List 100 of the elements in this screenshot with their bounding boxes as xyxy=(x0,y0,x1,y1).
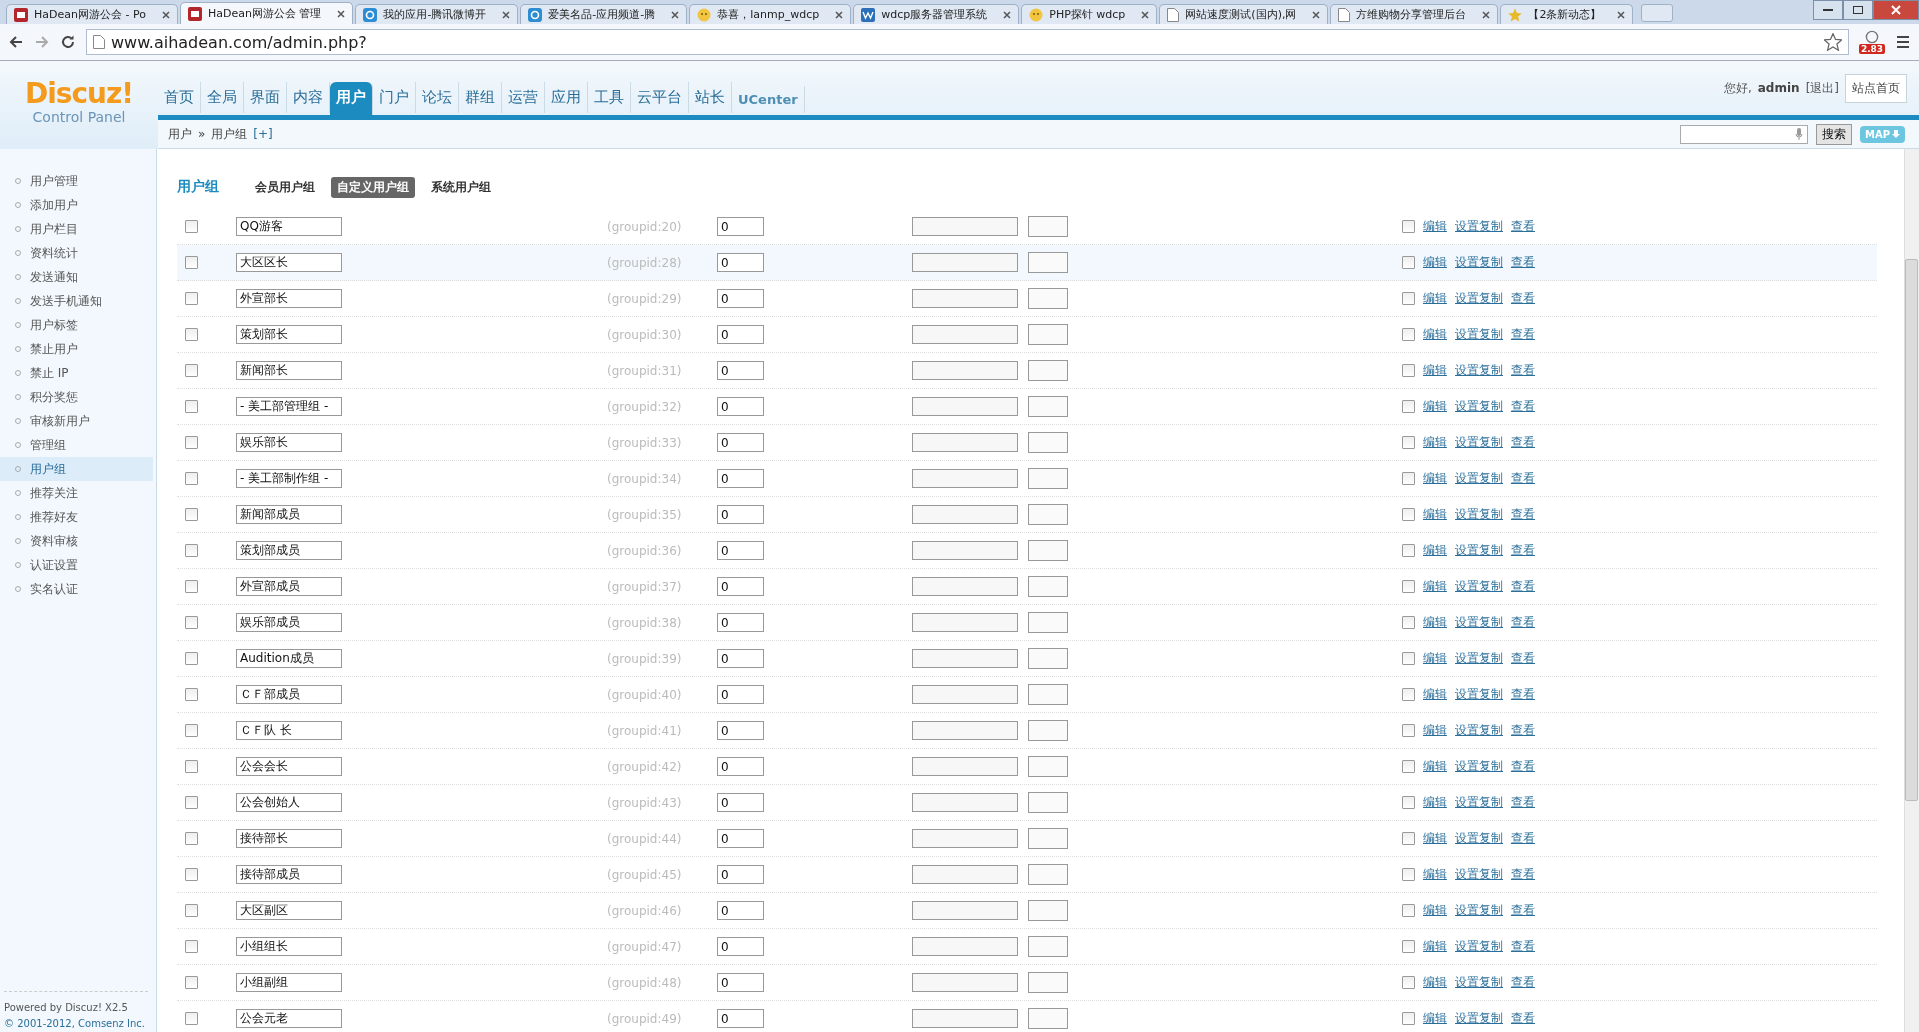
group-name-field[interactable]: 公会创始人 xyxy=(236,793,342,812)
close-icon[interactable] xyxy=(337,9,346,18)
text-field[interactable] xyxy=(912,865,1018,884)
action-link[interactable]: 编辑 xyxy=(1423,218,1447,235)
order-field[interactable]: 0 xyxy=(717,901,764,920)
browser-tab[interactable]: 爱美名品-应用频道-腾 xyxy=(520,4,688,24)
color-field[interactable] xyxy=(1028,684,1068,705)
checkbox[interactable] xyxy=(1402,364,1415,377)
group-name-field[interactable]: 小组组长 xyxy=(236,937,342,956)
sidebar-item[interactable]: 管理组 xyxy=(0,433,153,457)
color-field[interactable] xyxy=(1028,252,1068,273)
reload-icon[interactable] xyxy=(60,34,76,50)
text-field[interactable] xyxy=(912,361,1018,380)
sidebar-item[interactable]: 禁止用户 xyxy=(0,337,153,361)
action-link[interactable]: 编辑 xyxy=(1423,434,1447,451)
close-icon[interactable] xyxy=(1482,10,1491,19)
action-link[interactable]: 设置复制 xyxy=(1455,254,1503,271)
close-icon[interactable] xyxy=(1003,10,1012,19)
nav-tab[interactable]: 群组 xyxy=(459,82,502,113)
maximize-button[interactable] xyxy=(1843,0,1873,20)
nav-tab[interactable]: 界面 xyxy=(244,82,287,113)
checkbox[interactable] xyxy=(1402,976,1415,989)
sidebar-item[interactable]: 实名认证 xyxy=(0,577,153,601)
checkbox[interactable] xyxy=(1402,940,1415,953)
order-field[interactable]: 0 xyxy=(717,937,764,956)
action-link[interactable]: 查看 xyxy=(1511,902,1535,919)
checkbox[interactable] xyxy=(1402,1012,1415,1025)
action-link[interactable]: 设置复制 xyxy=(1455,722,1503,739)
action-link[interactable]: 查看 xyxy=(1511,398,1535,415)
order-field[interactable]: 0 xyxy=(717,685,764,704)
order-field[interactable]: 0 xyxy=(717,757,764,776)
group-name-field[interactable]: 外宣部成员 xyxy=(236,577,342,596)
nav-tab[interactable]: 门户 xyxy=(373,82,416,113)
color-field[interactable] xyxy=(1028,288,1068,309)
checkbox[interactable] xyxy=(185,796,198,809)
checkbox[interactable] xyxy=(185,832,198,845)
checkbox[interactable] xyxy=(1402,544,1415,557)
order-field[interactable]: 0 xyxy=(717,793,764,812)
group-name-field[interactable]: 策划部长 xyxy=(236,325,342,344)
sidebar-item[interactable]: 禁止 IP xyxy=(0,361,153,385)
color-field[interactable] xyxy=(1028,936,1068,957)
text-field[interactable] xyxy=(912,901,1018,920)
action-link[interactable]: 设置复制 xyxy=(1455,542,1503,559)
color-field[interactable] xyxy=(1028,612,1068,633)
action-link[interactable]: 编辑 xyxy=(1423,542,1447,559)
text-field[interactable] xyxy=(912,577,1018,596)
action-link[interactable]: 设置复制 xyxy=(1455,614,1503,631)
checkbox[interactable] xyxy=(185,1012,198,1025)
nav-tab[interactable]: 全局 xyxy=(201,82,244,113)
text-field[interactable] xyxy=(912,721,1018,740)
checkbox[interactable] xyxy=(1402,796,1415,809)
action-link[interactable]: 设置复制 xyxy=(1455,866,1503,883)
group-tab[interactable]: 会员用户组 xyxy=(249,176,321,198)
search-field[interactable] xyxy=(1679,124,1808,144)
action-link[interactable]: 编辑 xyxy=(1423,902,1447,919)
order-field[interactable]: 0 xyxy=(717,505,764,524)
action-link[interactable]: 查看 xyxy=(1511,722,1535,739)
group-name-field[interactable]: ＣＦ队 长 xyxy=(236,721,342,740)
action-link[interactable]: 设置复制 xyxy=(1455,938,1503,955)
order-field[interactable]: 0 xyxy=(717,541,764,560)
text-field[interactable] xyxy=(912,829,1018,848)
order-field[interactable]: 0 xyxy=(717,217,764,236)
close-icon[interactable] xyxy=(1141,10,1150,19)
order-field[interactable]: 0 xyxy=(717,361,764,380)
color-field[interactable] xyxy=(1028,756,1068,777)
color-field[interactable] xyxy=(1028,432,1068,453)
action-link[interactable]: 查看 xyxy=(1511,578,1535,595)
close-icon[interactable] xyxy=(161,10,170,19)
action-link[interactable]: 查看 xyxy=(1511,1010,1535,1027)
checkbox[interactable] xyxy=(185,652,198,665)
color-field[interactable] xyxy=(1028,468,1068,489)
action-link[interactable]: 查看 xyxy=(1511,686,1535,703)
group-name-field[interactable]: 小组副组 xyxy=(236,973,342,992)
group-name-field[interactable]: 大区副区 xyxy=(236,901,342,920)
action-link[interactable]: 查看 xyxy=(1511,542,1535,559)
action-link[interactable]: 查看 xyxy=(1511,794,1535,811)
action-link[interactable]: 查看 xyxy=(1511,938,1535,955)
order-field[interactable]: 0 xyxy=(717,1009,764,1028)
minimize-icon[interactable] xyxy=(1823,8,1833,12)
checkbox[interactable] xyxy=(1402,220,1415,233)
color-field[interactable] xyxy=(1028,396,1068,417)
group-name-field[interactable]: 公会元老 xyxy=(236,1009,342,1028)
sidebar-item[interactable]: 推荐好友 xyxy=(0,505,153,529)
order-field[interactable]: 0 xyxy=(717,469,764,488)
action-link[interactable]: 编辑 xyxy=(1423,1010,1447,1027)
group-name-field[interactable]: 外宣部长 xyxy=(236,289,342,308)
checkbox[interactable] xyxy=(185,508,198,521)
order-field[interactable]: 0 xyxy=(717,613,764,632)
order-field[interactable]: 0 xyxy=(717,829,764,848)
color-field[interactable] xyxy=(1028,720,1068,741)
color-field[interactable] xyxy=(1028,540,1068,561)
sidebar-item[interactable]: 认证设置 xyxy=(0,553,153,577)
sidebar-item[interactable]: 资料审核 xyxy=(0,529,153,553)
color-field[interactable] xyxy=(1028,792,1068,813)
color-field[interactable] xyxy=(1028,324,1068,345)
order-field[interactable]: 0 xyxy=(717,649,764,668)
nav-tab[interactable]: 首页 xyxy=(158,82,201,113)
group-name-field[interactable]: - 美工部管理组 - xyxy=(236,397,342,416)
text-field[interactable] xyxy=(912,1009,1018,1028)
action-link[interactable]: 编辑 xyxy=(1423,398,1447,415)
